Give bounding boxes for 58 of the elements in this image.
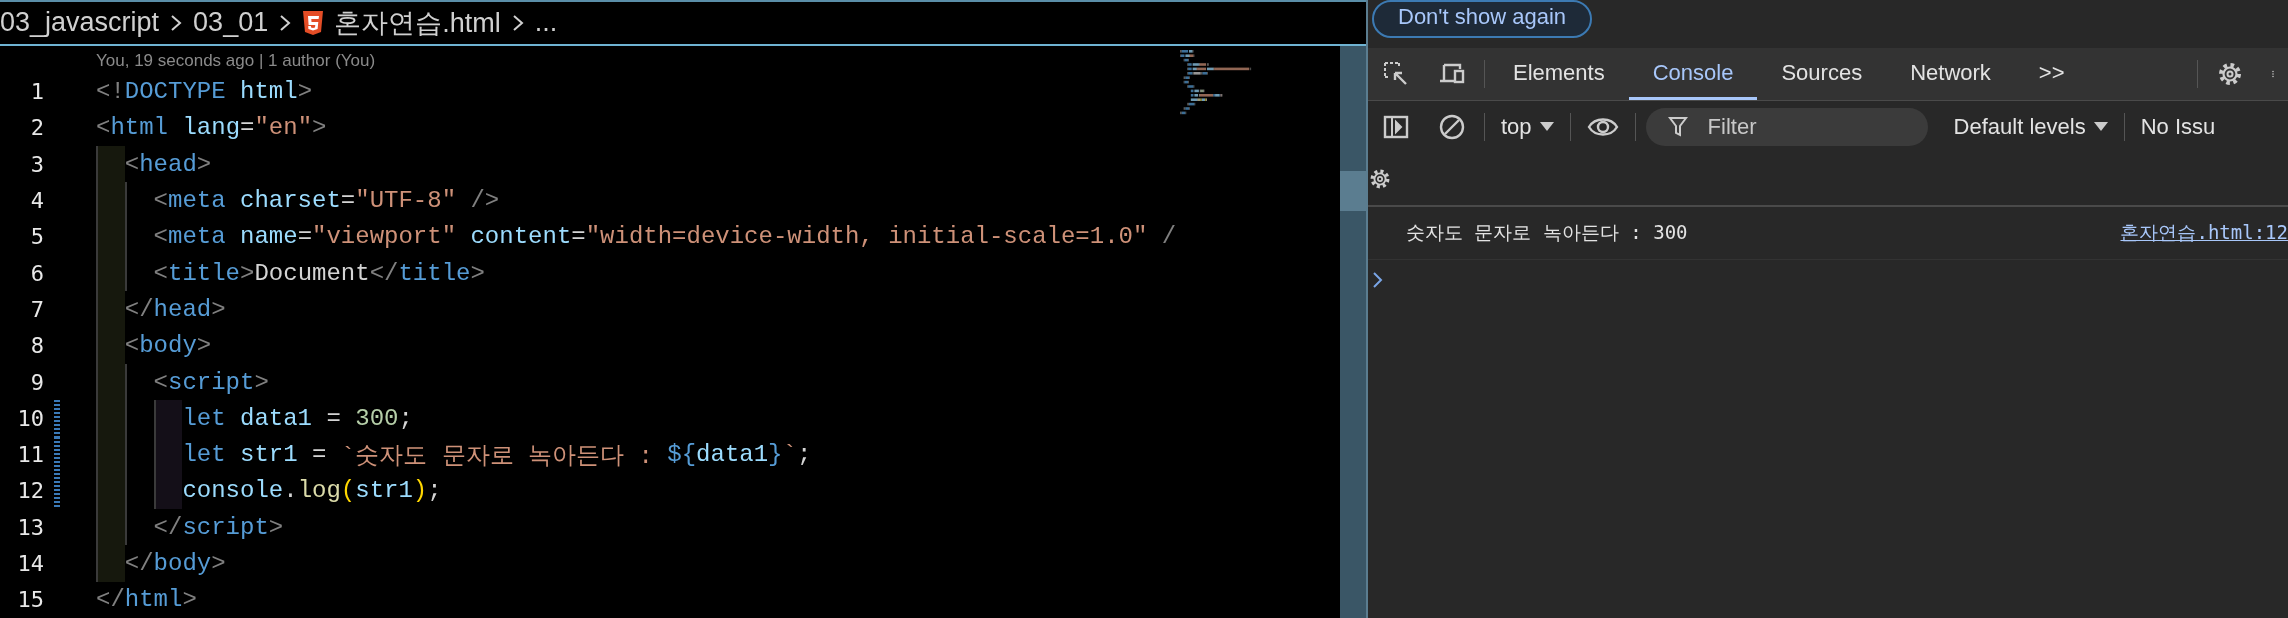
levels-dropdown[interactable]: Default levels <box>1941 114 2120 140</box>
scrollbar[interactable] <box>1340 45 1366 618</box>
html5-icon <box>302 10 325 35</box>
devtools-tab[interactable]: Sources <box>1757 48 1887 100</box>
line-number: 3 <box>29 151 44 177</box>
line-number: 1 <box>29 79 44 105</box>
code-line: </body> <box>96 545 226 582</box>
code-line: let data1 = 300; <box>96 400 413 437</box>
line-number: 14 <box>16 551 44 577</box>
line-number: 5 <box>29 224 44 250</box>
line-number: 2 <box>29 115 44 141</box>
source-link[interactable]: 혼자연습.html:12 <box>2120 220 2288 246</box>
more-tabs-button[interactable]: >> <box>2014 48 2089 100</box>
breadcrumb-item[interactable]: 03_01 <box>193 7 269 39</box>
code-line: <!DOCTYPE html> <box>96 77 313 108</box>
chevron-icon <box>169 13 184 32</box>
code-line: <meta charset="UTF-8" /> <box>96 182 500 219</box>
prompt-chevron-icon[interactable] <box>1372 271 1384 289</box>
code-line: <head> <box>96 146 212 183</box>
settings-icon[interactable] <box>2216 60 2244 88</box>
line-number: 13 <box>16 514 44 540</box>
line-number: 8 <box>29 333 44 359</box>
line-number: 10 <box>16 405 44 431</box>
code-line: <title>Document</title> <box>96 255 485 292</box>
code-line: <body> <box>96 327 212 364</box>
devtools-tab[interactable]: Network <box>1886 48 2015 100</box>
dont-show-again-button[interactable]: Don't show again <box>1372 0 1593 38</box>
caret-icon <box>2093 122 2108 132</box>
breadcrumb-item[interactable]: ... <box>534 7 558 39</box>
chevron-icon <box>278 13 293 32</box>
line-number: 11 <box>16 442 44 468</box>
code-line: let str1 = `숫자도 문자로 녹아든다 : ${data1}`; <box>96 436 812 473</box>
context-dropdown[interactable]: top <box>1489 114 1566 140</box>
blame-annotation[interactable]: You, 19 seconds ago | 1 author (You) <box>96 47 1340 74</box>
line-number: 6 <box>29 260 44 286</box>
code-line: </html> <box>96 585 197 616</box>
caret-icon <box>1539 122 1554 132</box>
console-message: 숫자도 문자로 녹아든다 : 300 <box>1406 220 1688 245</box>
devtools-tab[interactable]: Console <box>1628 48 1758 100</box>
line-number: 4 <box>29 188 44 214</box>
line-number: 15 <box>16 587 44 613</box>
code-line: <html lang="en"> <box>96 113 327 144</box>
code-line: </script> <box>96 509 284 546</box>
clear-icon[interactable] <box>1438 113 1466 141</box>
issues-label[interactable]: No Issu <box>2128 114 2228 140</box>
devtools-tab[interactable]: Elements <box>1489 48 1629 100</box>
line-number: 7 <box>29 296 44 322</box>
code-line: console.log(str1); <box>96 472 442 510</box>
breadcrumb-item[interactable]: 03_javascript <box>0 7 160 39</box>
code-line: <meta name="viewport" content="width=device-width, initial-scale=1.0" / <box>96 218 1177 256</box>
sidebar-icon[interactable] <box>1382 113 1410 141</box>
line-number: 9 <box>29 369 44 395</box>
breadcrumb-item[interactable]: 혼자연습.html <box>334 4 501 41</box>
code-line: </head> <box>96 291 226 328</box>
line-number: 12 <box>16 478 44 504</box>
filter-icon <box>1667 116 1688 138</box>
code-line: <script> <box>96 363 269 401</box>
filter-field[interactable]: Filter <box>1645 108 1928 146</box>
